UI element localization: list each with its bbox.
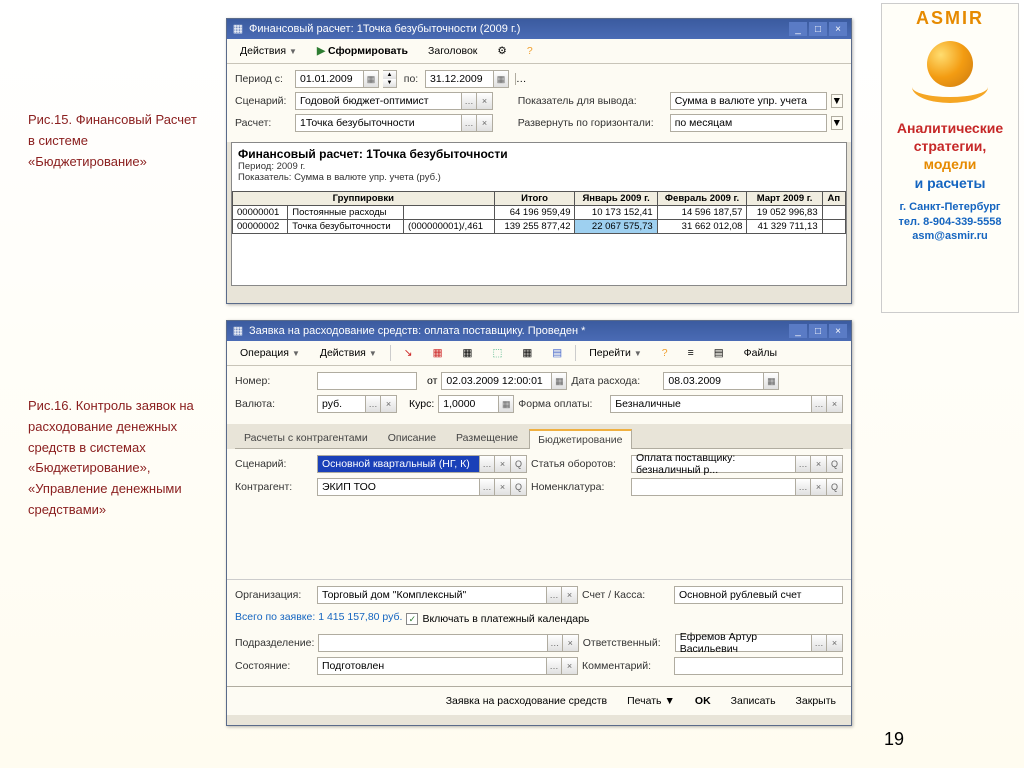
dropdown-icon[interactable]: ▼ (831, 94, 843, 108)
rate-input[interactable]: 1,0000 (438, 395, 498, 413)
asmir-logo (910, 33, 990, 113)
calendar-icon[interactable]: ▦ (363, 70, 379, 88)
payment-form-input[interactable]: Безналичные (610, 395, 811, 413)
period-from-spinner[interactable]: ▲▼ (383, 70, 397, 88)
dept-input[interactable] (318, 634, 546, 652)
period-dialog-button[interactable]: … (515, 73, 527, 85)
tabs: Расчеты с контрагентами Описание Размеще… (235, 428, 843, 449)
titlebar: ▦ Финансовый расчет: 1Точка безубыточнос… (227, 19, 851, 39)
maximize-button[interactable]: □ (809, 324, 827, 338)
report-area: Финансовый расчет: 1Точка безубыточности… (231, 142, 847, 286)
nomenclature-input[interactable] (631, 478, 795, 496)
basis-icon[interactable]: ▦ (515, 344, 539, 362)
scenario-input[interactable]: Основной квартальный (НГ, К) (317, 455, 479, 473)
currency-input[interactable]: руб. (317, 395, 365, 413)
request-button[interactable]: Заявка на расходование средств (439, 692, 614, 710)
close-button[interactable]: × (829, 22, 847, 36)
caption-16: Рис.16. Контроль заявок на расходование … (28, 396, 213, 521)
calendar-icon[interactable]: ▦ (493, 70, 509, 88)
expense-date-input[interactable]: 08.03.2009 (663, 372, 763, 390)
table-row[interactable]: 00000002 Точка безубыточности (000000001… (233, 220, 846, 234)
app-icon: ▦ (231, 324, 245, 338)
number-input[interactable] (317, 372, 417, 390)
tab-budgeting[interactable]: Бюджетирование (529, 429, 631, 449)
asmir-brand: ASMIR (886, 8, 1014, 29)
goto-menu[interactable]: Перейти ▼ (582, 344, 649, 362)
chart-icon[interactable]: ▤ (707, 344, 731, 362)
window-title: Заявка на расходование средств: оплата п… (245, 325, 787, 337)
toolbar: Действия ▼ ▶ Сформировать Заголовок ⚙ ? (227, 39, 851, 64)
report-icon[interactable]: ▦ (456, 344, 480, 362)
files-button[interactable]: Файлы (737, 344, 784, 362)
tab-description[interactable]: Описание (379, 428, 445, 448)
dropdown-icon[interactable]: ▼ (831, 116, 843, 130)
scenario-input[interactable]: Годовой бюджет-оптимист (295, 92, 461, 110)
comment-input[interactable] (674, 657, 843, 675)
tab-counterparty[interactable]: Расчеты с контрагентами (235, 428, 377, 448)
write-button[interactable]: Записать (724, 692, 783, 710)
report-table: Группировки Итого Январь 2009 г. Февраль… (232, 191, 846, 234)
org-input[interactable]: Торговый дом "Комплексный" (317, 586, 546, 604)
maximize-button[interactable]: □ (809, 22, 827, 36)
list-icon[interactable]: ≡ (681, 344, 701, 362)
copy-icon[interactable]: ▤ (545, 344, 569, 362)
post-icon[interactable]: ↘ (397, 344, 420, 362)
movements-icon[interactable]: ▦ (426, 344, 450, 362)
table-row[interactable]: 00000001 Постоянные расходы 64 196 959,4… (233, 206, 846, 220)
responsible-input[interactable]: Ефремов Артур Васильевич (675, 634, 811, 652)
period-to-input[interactable]: 31.12.2009 (425, 70, 493, 88)
tab-placement[interactable]: Размещение (447, 428, 527, 448)
minimize-button[interactable]: _ (789, 324, 807, 338)
calc-icon[interactable]: ▦ (498, 395, 514, 413)
calendar-icon[interactable]: ▦ (551, 372, 567, 390)
calendar-icon[interactable]: ▦ (763, 372, 779, 390)
calc-input[interactable]: 1Точка безубыточности (295, 114, 461, 132)
page-number: 19 (884, 729, 904, 750)
help-icon[interactable]: ? (655, 344, 675, 362)
caption-15: Рис.15. Финансовый Расчет в системе «Бюд… (28, 110, 203, 172)
button-bar: Заявка на расходование средств Печать ▼ … (227, 686, 851, 715)
clear-button[interactable]: × (477, 92, 493, 110)
window-expense-request: ▦ Заявка на расходование средств: оплата… (226, 320, 852, 726)
close-button[interactable]: Закрыть (789, 692, 843, 710)
structure-icon[interactable]: ⬚ (485, 344, 509, 362)
help-icon[interactable]: ? (520, 42, 540, 60)
include-calendar-checkbox[interactable]: ✓ (406, 613, 418, 625)
article-input[interactable]: Оплата поставщику: безналичный р... (631, 455, 795, 473)
indicator-input[interactable]: Сумма в валюте упр. учета (670, 92, 827, 110)
counterparty-input[interactable]: ЭКИП ТОО (317, 478, 479, 496)
form-button[interactable]: ▶ Сформировать (310, 42, 415, 60)
window-title: Финансовый расчет: 1Точка безубыточности… (245, 23, 787, 35)
period-from-label: Период с: (235, 73, 291, 85)
ok-button[interactable]: OK (688, 692, 718, 710)
actions-menu[interactable]: Действия ▼ (233, 42, 304, 60)
from-date-input[interactable]: 02.03.2009 12:00:01 (441, 372, 551, 390)
status-input[interactable]: Подготовлен (317, 657, 546, 675)
app-icon: ▦ (231, 22, 245, 36)
report-title: Финансовый расчет: 1Точка безубыточности (238, 147, 840, 161)
header-button[interactable]: Заголовок (421, 42, 484, 60)
total-amount: Всего по заявке: 1 415 157,80 руб. (235, 609, 402, 629)
settings-tree-icon[interactable]: ⚙ (490, 42, 513, 60)
print-button[interactable]: Печать ▼ (620, 692, 682, 710)
minimize-button[interactable]: _ (789, 22, 807, 36)
operation-menu[interactable]: Операция ▼ (233, 344, 307, 362)
close-button[interactable]: × (829, 324, 847, 338)
asmir-panel: ASMIR Аналитические стратегии, модели и … (881, 3, 1019, 313)
account-input[interactable]: Основной рублевый счет (674, 586, 843, 604)
actions-menu[interactable]: Действия ▼ (313, 344, 384, 362)
lookup-icon[interactable]: Q (511, 455, 527, 473)
select-button[interactable]: … (461, 92, 477, 110)
period-from-input[interactable]: 01.01.2009 (295, 70, 363, 88)
expand-input[interactable]: по месяцам (670, 114, 827, 132)
window-financial-calc: ▦ Финансовый расчет: 1Точка безубыточнос… (226, 18, 852, 304)
